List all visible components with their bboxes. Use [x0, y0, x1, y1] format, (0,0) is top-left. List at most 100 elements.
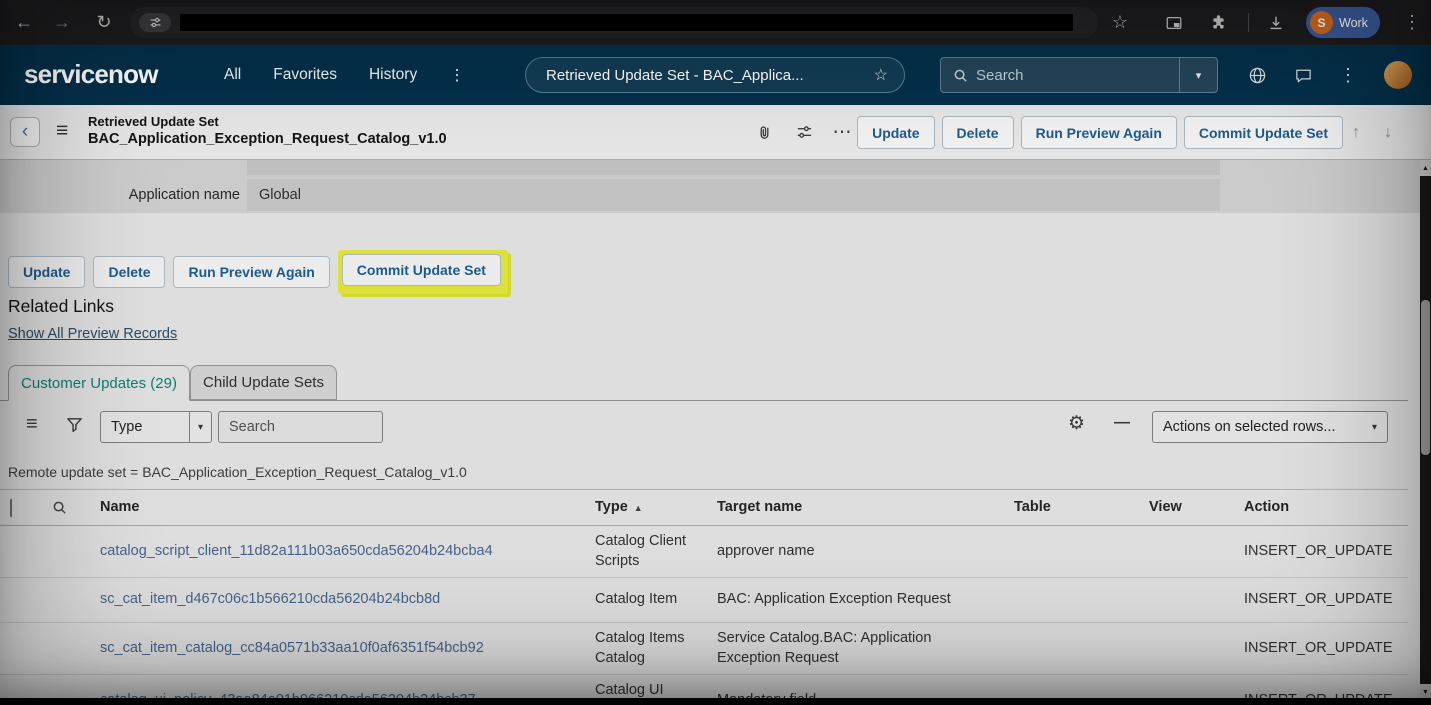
show-all-preview-records-link[interactable]: Show All Preview Records — [8, 326, 177, 342]
servicenow-logo[interactable]: servicenow — [24, 59, 158, 90]
tab-customer-updates[interactable]: Customer Updates (29) — [8, 365, 190, 401]
update-button-form[interactable]: Update — [8, 256, 85, 288]
form-content: Application name Global Update Delete Ru… — [0, 160, 1420, 698]
browser-reload-icon[interactable]: ↻ — [88, 0, 120, 45]
filter-funnel-icon[interactable] — [66, 416, 83, 438]
next-record-icon[interactable]: ↓ — [1384, 124, 1392, 142]
column-header-view[interactable]: View — [1137, 498, 1232, 518]
nav-all[interactable]: All — [224, 66, 241, 84]
select-all-checkbox[interactable] — [10, 499, 12, 517]
browser-forward-icon[interactable]: → — [46, 0, 78, 45]
customer-updates-list: ≡ Type ▾ ⚙ — Actions on selected rows...… — [0, 400, 1408, 698]
record-link[interactable]: sc_cat_item_d467c06c1b566210cda56204b24b… — [100, 591, 440, 607]
more-actions-icon[interactable]: ⋯ — [826, 105, 858, 160]
form-buttons-row: Update Delete Run Preview Again Commit U… — [8, 250, 508, 294]
table-body: catalog_script_client_11d82a111b03a650cd… — [0, 526, 1408, 698]
omnibox-tune-icon[interactable] — [139, 13, 171, 32]
update-button[interactable]: Update — [857, 116, 934, 149]
collapse-minus-icon[interactable]: — — [1114, 414, 1130, 432]
globe-icon[interactable] — [1240, 45, 1274, 105]
attachment-paperclip-icon[interactable] — [748, 105, 780, 160]
global-search[interactable]: Search ▾ — [940, 57, 1218, 93]
bottom-black-strip — [0, 698, 1431, 705]
column-header-name[interactable]: Name — [88, 498, 583, 518]
cell-type: Catalog Client Scripts — [583, 532, 705, 571]
browser-toolbar: ← → ↻ ☆ — [0, 0, 1431, 45]
favorite-star-icon[interactable]: ☆ — [874, 65, 888, 85]
commit-update-set-button[interactable]: Commit Update Set — [1184, 116, 1343, 149]
run-preview-again-button[interactable]: Run Preview Again — [1021, 116, 1177, 149]
cell-type: Catalog UI Policy — [583, 681, 705, 698]
chat-icon[interactable] — [1286, 45, 1320, 105]
cell-action: INSERT_OR_UPDATE — [1232, 691, 1408, 698]
tab-child-update-sets[interactable]: Child Update Sets — [190, 365, 337, 400]
scrollbar-up-icon[interactable]: ▲ — [1420, 160, 1431, 176]
cell-target: BAC: Application Exception Request — [705, 590, 1002, 610]
column-search-icon[interactable] — [30, 500, 88, 515]
browser-profile-chip[interactable]: S Work — [1306, 7, 1380, 38]
actions-caret-icon: ▾ — [1372, 422, 1387, 433]
form-header-buttons: Update Delete Run Preview Again Commit U… — [857, 116, 1343, 149]
screen: ← → ↻ ☆ — [0, 0, 1431, 705]
list-gear-icon[interactable]: ⚙ — [1068, 412, 1085, 435]
vertical-scrollbar[interactable]: ▲ ▼ — [1420, 160, 1431, 705]
record-link[interactable]: sc_cat_item_catalog_cc84a0571b33aa10f0af… — [100, 640, 484, 656]
delete-button[interactable]: Delete — [942, 116, 1014, 149]
global-search-placeholder: Search — [976, 67, 1024, 84]
delete-button-form[interactable]: Delete — [93, 256, 165, 288]
search-column-select[interactable]: Type ▾ — [100, 411, 212, 443]
application-name-label: Application name — [0, 179, 240, 211]
form-header: ‹ ≡ Retrieved Update Set BAC_Application… — [0, 105, 1431, 160]
list-filter-breadcrumb[interactable]: Remote update set = BAC_Application_Exce… — [8, 464, 467, 480]
commit-update-set-button-form[interactable]: Commit Update Set — [342, 254, 501, 286]
cell-action: INSERT_OR_UPDATE — [1232, 590, 1408, 610]
context-pill-label: Retrieved Update Set - BAC_Applica... — [546, 67, 864, 84]
column-header-action[interactable]: Action — [1232, 498, 1408, 518]
cell-action: INSERT_OR_UPDATE — [1232, 639, 1408, 659]
table-row: sc_cat_item_catalog_cc84a0571b33aa10f0af… — [0, 623, 1408, 675]
nav-kebab-icon[interactable]: ⋮ — [449, 66, 465, 85]
table-header-row: Name Type▲ Target name Table View Action — [0, 490, 1408, 526]
redacted-url — [180, 14, 1073, 31]
actions-on-rows-select[interactable]: Actions on selected rows... ▾ — [1152, 411, 1388, 443]
extensions-puzzle-icon[interactable] — [1202, 0, 1234, 45]
actions-on-rows-value: Actions on selected rows... — [1153, 419, 1372, 435]
cell-target: Mandatory field. — [705, 691, 1002, 698]
scrollbar-thumb[interactable] — [1421, 300, 1430, 455]
form-title-type: Retrieved Update Set — [88, 113, 447, 130]
list-search-input[interactable] — [218, 411, 383, 443]
cell-action: INSERT_OR_UPDATE — [1232, 542, 1408, 562]
browser-back-icon[interactable]: ← — [8, 0, 40, 45]
user-avatar[interactable] — [1384, 61, 1412, 89]
record-link[interactable]: catalog_script_client_11d82a111b03a650cd… — [100, 543, 493, 559]
nav-favorites[interactable]: Favorites — [273, 66, 337, 84]
form-fields-section: Application name Global — [0, 160, 1420, 213]
nav-history[interactable]: History — [369, 66, 417, 84]
profile-avatar: S — [1310, 11, 1333, 34]
form-title: Retrieved Update Set BAC_Application_Exc… — [88, 113, 447, 149]
column-header-table[interactable]: Table — [1002, 498, 1137, 518]
cell-type: Catalog Item — [583, 590, 705, 610]
back-button[interactable]: ‹ — [10, 117, 40, 147]
browser-menu-kebab-icon[interactable]: ⋮ — [1396, 0, 1428, 45]
record-nav-arrows: ↑ ↓ — [1352, 105, 1392, 160]
previous-record-icon[interactable]: ↑ — [1352, 124, 1360, 142]
sort-ascending-icon: ▲ — [634, 503, 643, 513]
address-bar[interactable] — [130, 7, 1098, 38]
downloads-icon[interactable] — [1260, 0, 1292, 45]
personalize-sliders-icon[interactable] — [788, 105, 820, 160]
application-name-field[interactable]: Global — [247, 179, 1220, 211]
form-context-menu-icon[interactable]: ≡ — [56, 119, 68, 143]
context-pill[interactable]: Retrieved Update Set - BAC_Applica... ☆ — [525, 57, 905, 93]
toolbar-divider — [1248, 13, 1249, 32]
run-preview-again-button-form[interactable]: Run Preview Again — [173, 256, 329, 288]
search-scope-caret-icon[interactable]: ▾ — [1179, 58, 1217, 92]
table-row: sc_cat_item_d467c06c1b566210cda56204b24b… — [0, 578, 1408, 623]
column-header-type[interactable]: Type▲ — [583, 498, 705, 518]
form-title-record: BAC_Application_Exception_Request_Catalo… — [88, 130, 447, 149]
header-kebab-icon[interactable]: ⋮ — [1331, 45, 1365, 105]
column-header-target-name[interactable]: Target name — [705, 498, 1002, 518]
picture-in-picture-icon[interactable] — [1158, 0, 1190, 45]
list-menu-icon[interactable]: ≡ — [26, 413, 38, 436]
bookmark-star-icon[interactable]: ☆ — [1104, 0, 1136, 45]
